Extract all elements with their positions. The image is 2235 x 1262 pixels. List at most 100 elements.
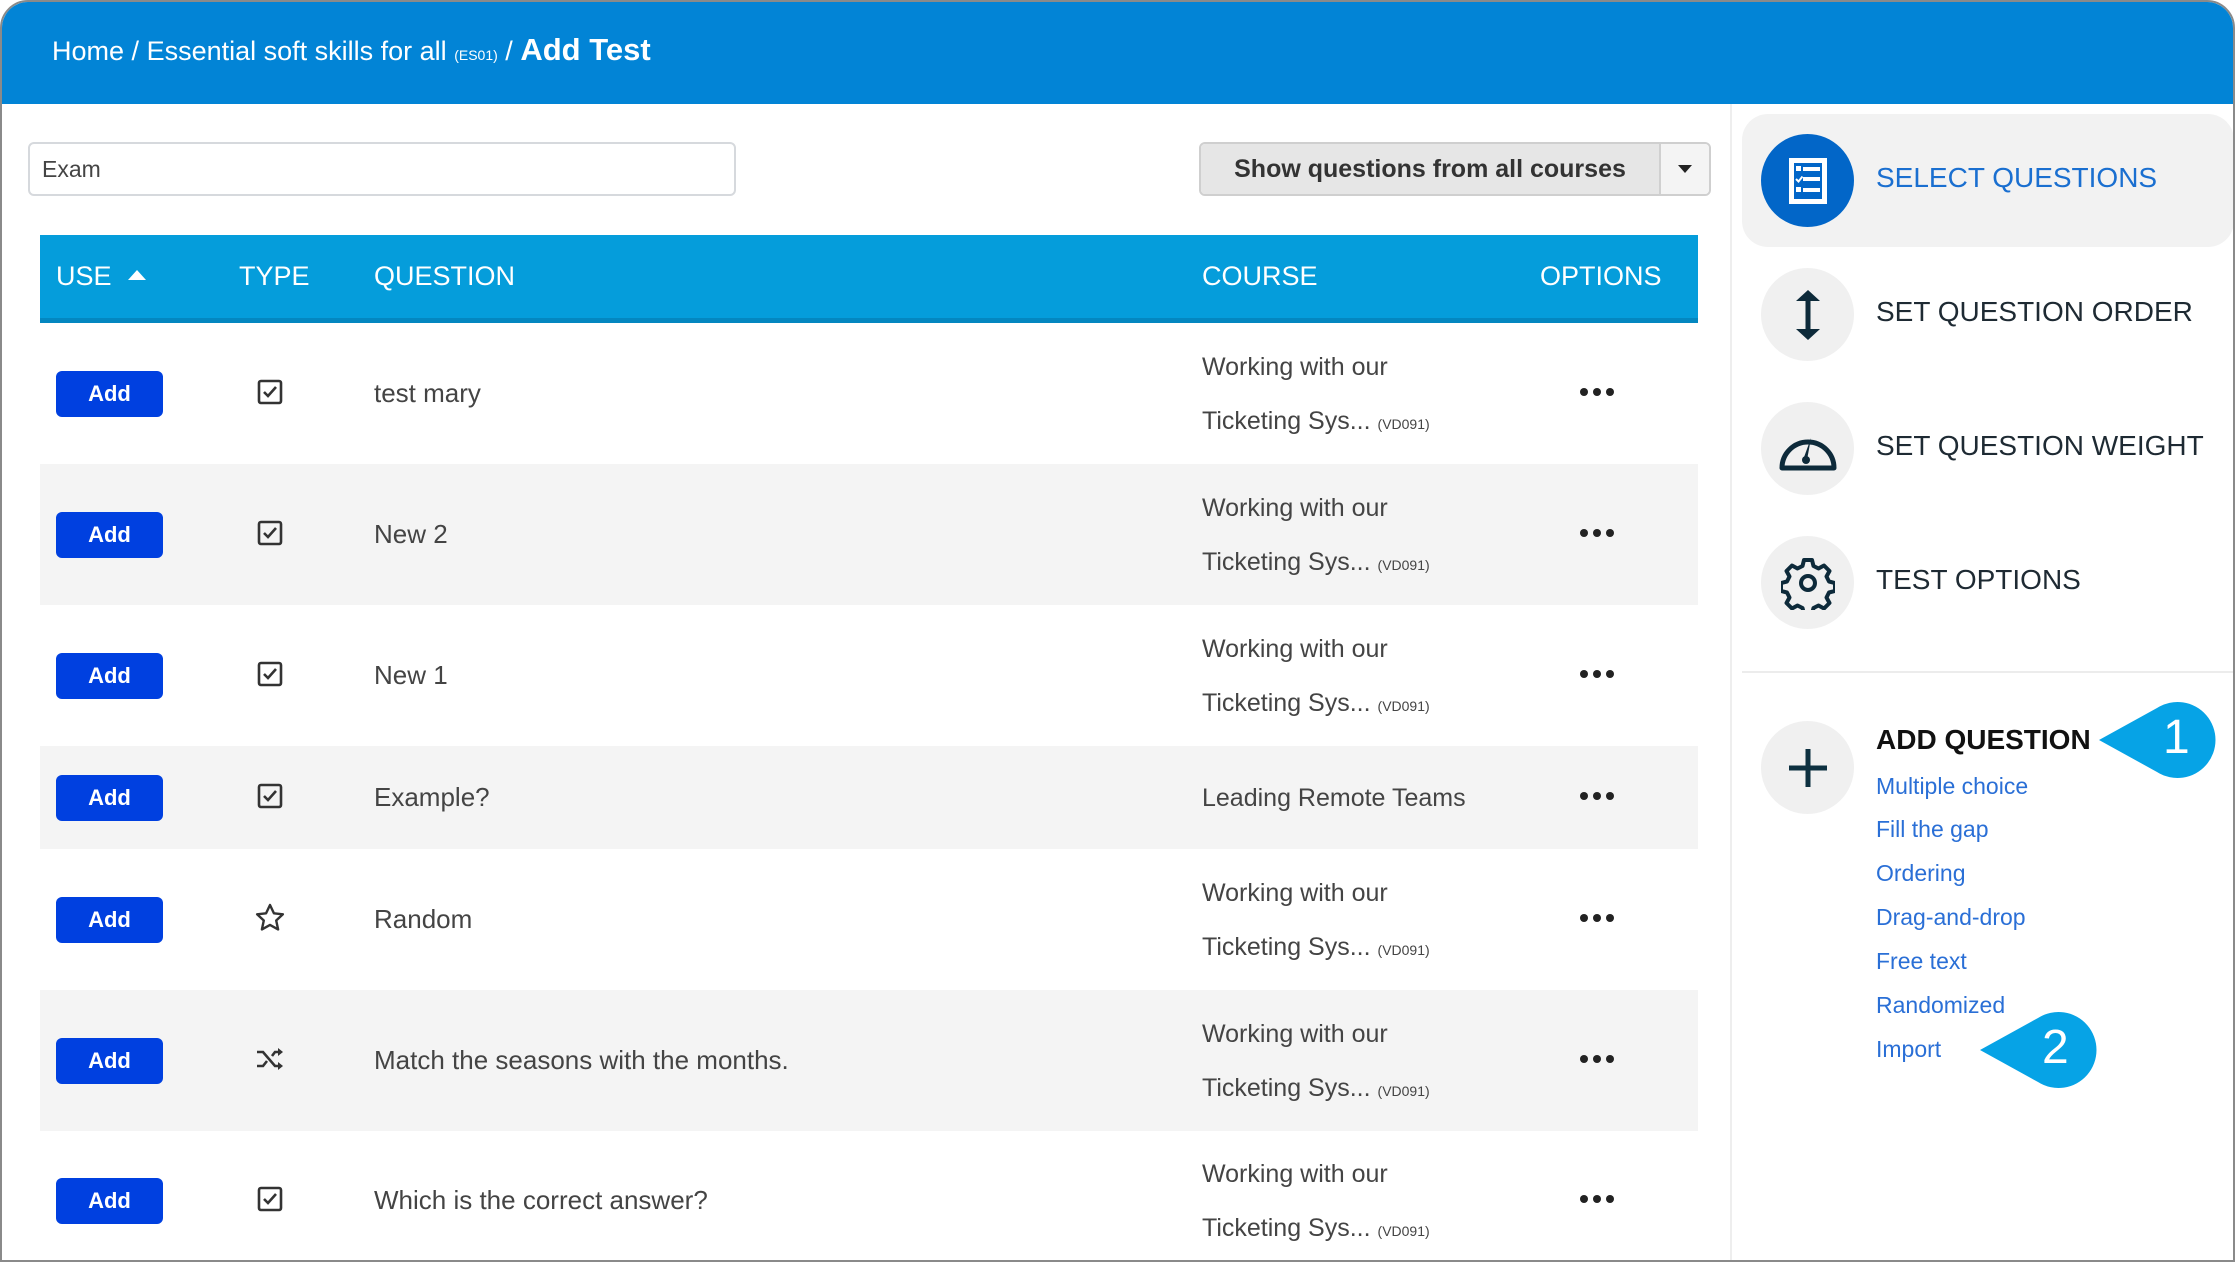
course-line-1: Working with our <box>1202 878 1388 907</box>
callout-number: 2 <box>2042 1021 2069 1074</box>
page-header: Home / Essential soft skills for all (ES… <box>2 2 2233 104</box>
course-name: Leading Remote Teams <box>1202 771 1466 825</box>
table-row: Add test mary Working with our Ticketing… <box>40 324 1698 464</box>
course-line-1: Working with our <box>1202 634 1388 663</box>
course-code: (VD091) <box>1377 556 1430 573</box>
course-filter-button[interactable]: Show questions from all courses <box>1201 144 1661 194</box>
add-question-button[interactable]: Add <box>56 774 163 821</box>
sidebar-item-label: SET QUESTION WEIGHT <box>1876 430 2204 461</box>
breadcrumb-home[interactable]: Home <box>52 36 124 66</box>
column-label: USE <box>56 261 112 291</box>
add-question-button[interactable]: Add <box>56 652 163 699</box>
add-question-icon-circle[interactable] <box>1761 721 1854 814</box>
app-window: Home / Essential soft skills for all (ES… <box>0 0 2235 1262</box>
options-menu-icon[interactable] <box>1580 669 1614 680</box>
question-text[interactable]: Match the seasons with the months. <box>374 1045 789 1076</box>
sort-ascending-icon <box>127 269 146 280</box>
options-menu-icon[interactable] <box>1580 388 1614 398</box>
add-question-button[interactable]: Add <box>56 371 163 417</box>
sidebar-item-label: SET QUESTION ORDER <box>1876 296 2193 327</box>
question-text[interactable]: New 2 <box>374 519 448 550</box>
star-icon <box>254 902 286 934</box>
dropdown-toggle[interactable] <box>1661 144 1709 194</box>
sidebar-item-select-questions[interactable]: SELECT QUESTIONS <box>1742 114 2233 247</box>
options-menu-icon[interactable] <box>1580 528 1614 539</box>
plus-icon <box>1788 748 1827 787</box>
course-line-1: Working with our <box>1202 493 1388 522</box>
shuffle-icon <box>254 1043 286 1075</box>
sidebar-divider <box>1730 104 1732 1260</box>
callout-marker-1: 1 <box>2097 700 2233 780</box>
question-text[interactable]: New 1 <box>374 660 448 691</box>
table-row: Add Example? Leading Remote Teams <box>40 746 1698 849</box>
course-line-2: Ticketing Sys... (VD091) <box>1202 1214 1430 1242</box>
add-question-link-ordering[interactable]: Ordering <box>1876 860 1965 887</box>
course-filter-dropdown[interactable]: Show questions from all courses <box>1199 142 1711 196</box>
question-text[interactable]: test mary <box>374 378 481 409</box>
checkbox-icon <box>254 376 286 408</box>
add-question-button[interactable]: Add <box>56 1037 163 1084</box>
table-header: USE TYPE QUESTION COURSE OPTIONS <box>40 235 1698 323</box>
column-header-question[interactable]: QUESTION <box>374 261 515 292</box>
breadcrumb-course[interactable]: Essential soft skills for all <box>147 36 447 66</box>
add-question-link-drag-and-drop[interactable]: Drag-and-drop <box>1876 904 2026 931</box>
sidebar-item-set-question-weight[interactable]: SET QUESTION WEIGHT <box>1742 382 2233 515</box>
question-text[interactable]: Which is the correct answer? <box>374 1185 708 1216</box>
column-header-use[interactable]: USE <box>56 261 146 292</box>
checklist-icon <box>1761 134 1854 227</box>
course-line-2: Ticketing Sys... (VD091) <box>1202 932 1430 961</box>
search-input[interactable] <box>28 142 736 196</box>
add-question-button[interactable]: Add <box>56 896 163 943</box>
course-name: Working with our Ticketing Sys... (VD091… <box>1202 1147 1430 1258</box>
add-question-link-multiple-choice[interactable]: Multiple choice <box>1876 773 2028 800</box>
add-question-title: ADD QUESTION <box>1876 724 2091 755</box>
course-line-2: Ticketing Sys... (VD091) <box>1202 688 1430 717</box>
sidebar-item-set-question-order[interactable]: SET QUESTION ORDER <box>1742 248 2233 381</box>
options-menu-icon[interactable] <box>1580 791 1614 802</box>
add-question-link-fill-the-gap[interactable]: Fill the gap <box>1876 816 1989 843</box>
table-row: Add Random Working with our Ticketing Sy… <box>40 849 1698 990</box>
table-row: Add Match the seasons with the months. W… <box>40 990 1698 1131</box>
course-name: Working with our Ticketing Sys... (VD091… <box>1202 1007 1430 1118</box>
breadcrumb-current: Add Test <box>520 32 651 67</box>
course-name: Working with our Ticketing Sys... (VD091… <box>1202 481 1430 592</box>
checkbox-icon <box>254 658 286 690</box>
section-divider <box>1742 671 2233 673</box>
column-header-type[interactable]: TYPE <box>239 261 310 292</box>
checkbox-icon <box>254 1183 286 1215</box>
sidebar-item-test-options[interactable]: TEST OPTIONS <box>1742 516 2233 649</box>
add-question-button[interactable]: Add <box>56 1178 163 1224</box>
question-text[interactable]: Example? <box>374 782 490 813</box>
checkbox-icon <box>254 780 286 812</box>
course-line-1: Working with our <box>1202 1019 1388 1048</box>
callout-marker-2: 2 <box>1978 1010 2128 1090</box>
vertical-arrows-icon <box>1761 268 1854 361</box>
options-menu-icon[interactable] <box>1580 1195 1614 1205</box>
course-code: (VD091) <box>1377 416 1430 432</box>
checkbox-icon <box>254 517 286 549</box>
course-name: Working with our Ticketing Sys... (VD091… <box>1202 622 1430 733</box>
options-menu-icon[interactable] <box>1580 1054 1614 1065</box>
course-code: (VD091) <box>1377 1223 1430 1239</box>
course-name: Working with our Ticketing Sys... (VD091… <box>1202 340 1430 451</box>
table-row: Add Which is the correct answer? Working… <box>40 1131 1698 1260</box>
callout-number: 1 <box>2163 711 2190 764</box>
column-header-course[interactable]: COURSE <box>1202 261 1318 292</box>
course-line-1: Working with our <box>1202 353 1388 381</box>
options-menu-icon[interactable] <box>1580 913 1614 924</box>
table-row: Add New 2 Working with our Ticketing Sys… <box>40 464 1698 605</box>
add-question-link-free-text[interactable]: Free text <box>1876 948 1967 975</box>
question-text[interactable]: Random <box>374 904 472 935</box>
gear-icon <box>1761 536 1854 629</box>
column-header-options: OPTIONS <box>1540 261 1662 291</box>
sidebar-item-label: TEST OPTIONS <box>1876 564 2081 595</box>
breadcrumb-separator: / <box>505 36 513 66</box>
course-line-2: Ticketing Sys... (VD091) <box>1202 1073 1430 1102</box>
course-line-2: Ticketing Sys... (VD091) <box>1202 407 1430 435</box>
course-line-1: Working with our <box>1202 1160 1388 1188</box>
course-code: (VD091) <box>1377 1082 1430 1099</box>
add-question-button[interactable]: Add <box>56 511 163 558</box>
course-line-2: Ticketing Sys... (VD091) <box>1202 547 1430 576</box>
gauge-icon <box>1761 402 1854 495</box>
add-question-link-import[interactable]: Import <box>1876 1036 1941 1063</box>
